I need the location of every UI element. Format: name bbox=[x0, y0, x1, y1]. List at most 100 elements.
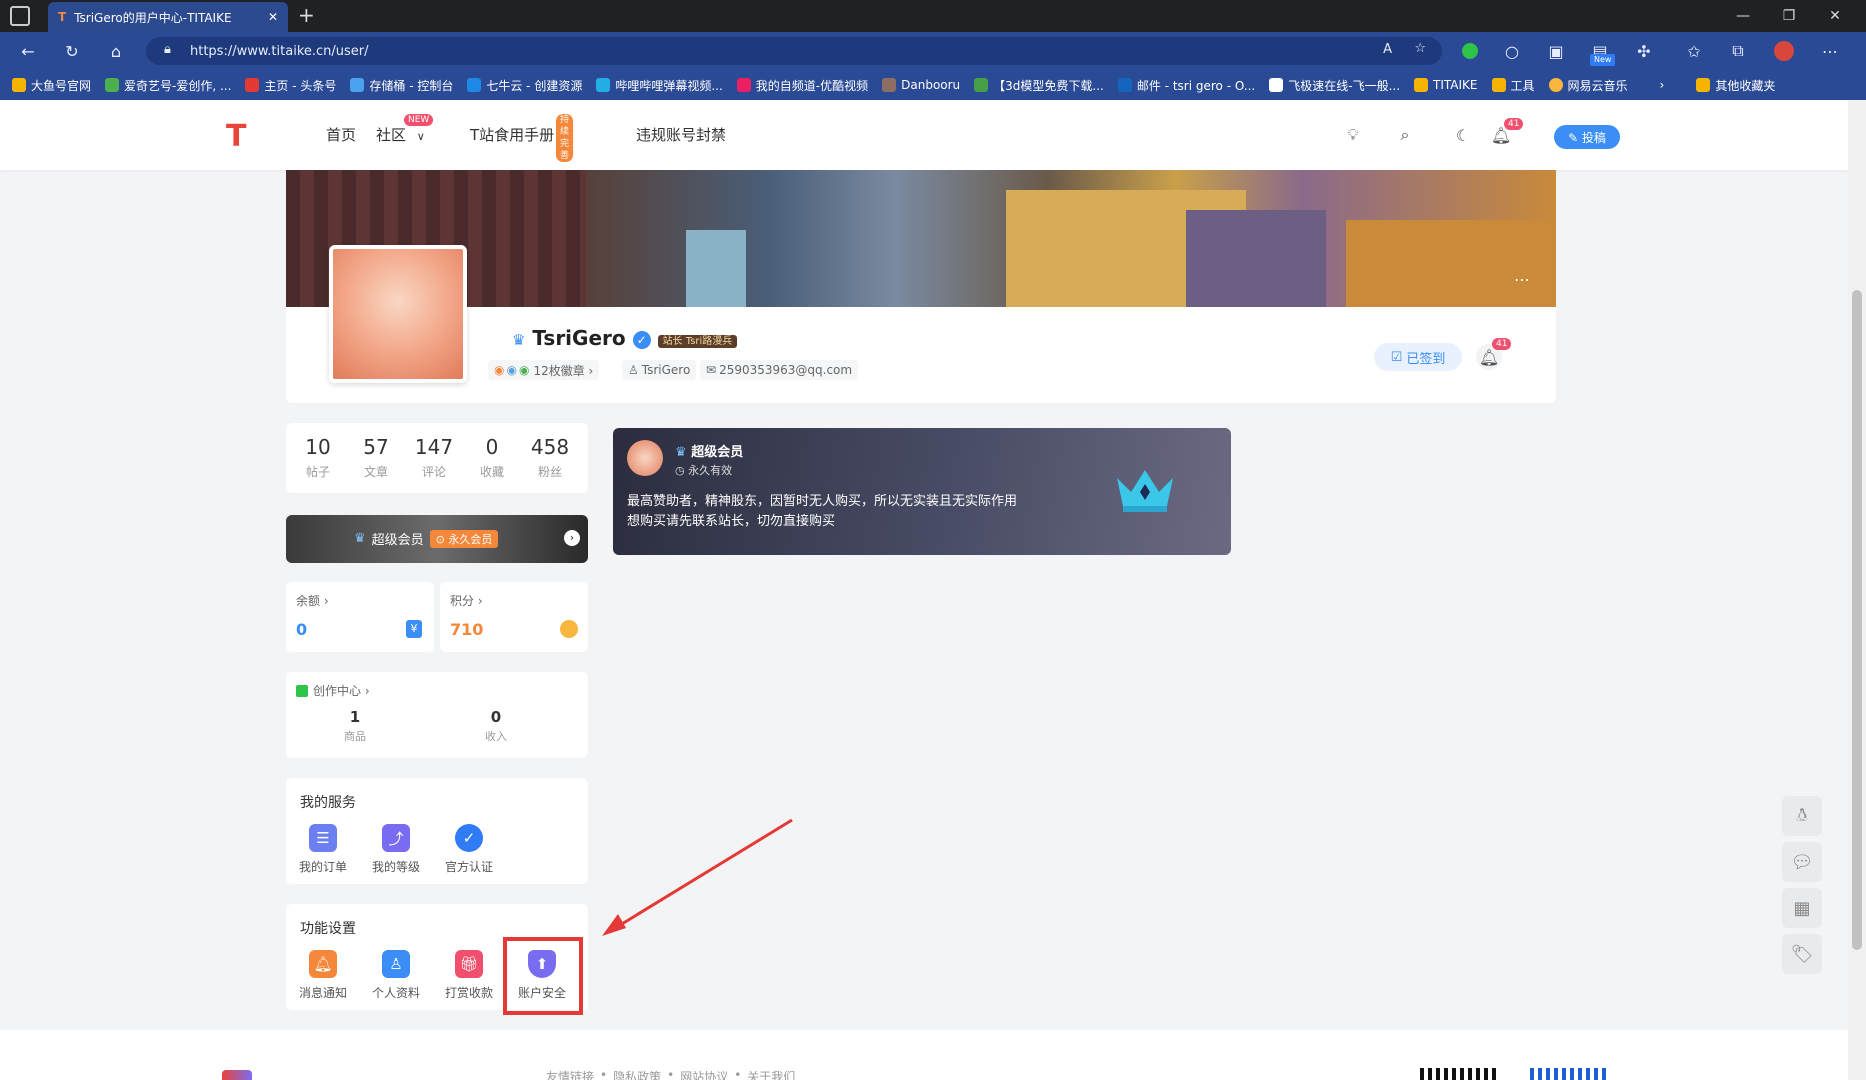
medals-chip[interactable]: ◉ ◉ ◉ 12枚徽章 › bbox=[488, 360, 600, 380]
bookmark-item[interactable]: 七牛云 - 创建资源 bbox=[467, 77, 582, 94]
nav-home[interactable]: 首页 bbox=[326, 124, 356, 145]
extension-new-icon[interactable]: ▤ New bbox=[1588, 40, 1616, 66]
footer-logo bbox=[222, 1070, 252, 1080]
bookmark-item[interactable]: 存储桶 - 控制台 bbox=[350, 77, 453, 94]
notification-bell-icon[interactable]: 🔔︎ 41 bbox=[1490, 118, 1524, 146]
footer-link-friends[interactable]: 友情链接 bbox=[546, 1068, 594, 1080]
minimize-icon[interactable]: — bbox=[1720, 0, 1766, 32]
reload-icon[interactable]: ↻ bbox=[60, 40, 84, 62]
balance-value: 0 bbox=[296, 620, 308, 639]
bookmark-item[interactable]: 哔哩哔哩弹幕视频... bbox=[596, 77, 723, 94]
creator-products[interactable]: 1 商品 bbox=[320, 708, 390, 744]
qq-icon[interactable]: 🐧︎ bbox=[1782, 796, 1822, 836]
extension-image-icon[interactable]: ▣ bbox=[1544, 40, 1568, 62]
dark-mode-icon[interactable]: ☾ bbox=[1452, 124, 1474, 146]
footer-link-privacy[interactable]: 隐私政策 bbox=[613, 1068, 661, 1080]
vip-card-title: 超级会员 bbox=[691, 445, 744, 460]
vip-desc-line2: 想购买请先联系站长，切勿直接购买 bbox=[627, 514, 836, 529]
footer-link-agreement[interactable]: 网站协议 bbox=[680, 1068, 728, 1080]
collections-icon[interactable]: ⧉ bbox=[1726, 40, 1750, 62]
footer-link-about[interactable]: 关于我们 bbox=[747, 1068, 795, 1080]
bookmark-item[interactable]: 大鱼号官网 bbox=[12, 77, 91, 94]
points-label: 积分 › bbox=[450, 594, 483, 608]
extensions-puzzle-icon[interactable]: ✣ bbox=[1632, 40, 1656, 62]
back-icon[interactable]: ← bbox=[16, 40, 40, 62]
stat-fans[interactable]: 458 粉丝 bbox=[521, 423, 579, 480]
points-value: 710 bbox=[450, 620, 484, 639]
banner-more-icon[interactable]: ⋯ bbox=[1514, 270, 1530, 289]
other-bookmarks-folder[interactable]: 其他收藏夹 bbox=[1696, 77, 1775, 94]
close-window-icon[interactable]: ✕ bbox=[1812, 0, 1858, 32]
stat-favorites[interactable]: 0 收藏 bbox=[463, 423, 521, 480]
url-input[interactable]: 🔒︎ https://www.titaike.cn/user/ A ☆ bbox=[146, 37, 1442, 65]
favorites-icon[interactable]: ✩ bbox=[1682, 40, 1706, 62]
lightbulb-icon[interactable]: 💡︎ bbox=[1342, 124, 1364, 146]
read-aloud-icon[interactable]: A bbox=[1383, 42, 1392, 57]
arrow-right-icon[interactable]: › bbox=[564, 530, 580, 546]
settings-more-icon[interactable]: ⋯ bbox=[1818, 40, 1842, 62]
browser-tab[interactable]: T TsriGero的用户中心-TITAIKE ✕ bbox=[48, 2, 288, 32]
signed-in-button[interactable]: ☑ 已签到 bbox=[1374, 343, 1462, 371]
vip-validity: 永久有效 bbox=[688, 464, 733, 477]
vip-bar[interactable]: ♛ 超级会员 ⊙ 永久会员 › bbox=[286, 515, 588, 563]
crown-icon: ♛ bbox=[512, 331, 526, 349]
service-my-level[interactable]: ⤴ 我的等级 bbox=[361, 824, 431, 875]
nav-banned-accounts[interactable]: 违规账号封禁 bbox=[636, 124, 726, 145]
bookmark-item[interactable]: 飞极速在线-飞一般... bbox=[1269, 77, 1400, 94]
setting-message-notify[interactable]: 🔔︎ 消息通知 bbox=[288, 950, 358, 1001]
calendar-icon: ☑ bbox=[1390, 349, 1403, 365]
points-card[interactable]: 积分 › 710 bbox=[440, 582, 588, 652]
coins-icon bbox=[560, 620, 578, 638]
bookmarks-overflow-icon[interactable]: › bbox=[1660, 78, 1665, 92]
notification-count: 41 bbox=[1504, 118, 1524, 130]
bookmark-item[interactable]: 主页 - 头条号 bbox=[245, 77, 336, 94]
qrcode-icon[interactable]: ▦ bbox=[1782, 888, 1822, 928]
post-button[interactable]: ✎ 投稿 bbox=[1554, 125, 1620, 149]
site-logo[interactable]: T bbox=[226, 122, 254, 152]
extension-circle-icon[interactable]: ○ bbox=[1500, 40, 1524, 62]
crown-icon: ♛ bbox=[675, 445, 687, 460]
creator-center-link[interactable]: 创作中心 › bbox=[296, 682, 370, 699]
stat-articles[interactable]: 57 文章 bbox=[347, 423, 405, 480]
profile-avatar-icon[interactable] bbox=[1772, 40, 1796, 62]
profile-bell-icon[interactable]: 🔔︎ 41 bbox=[1476, 338, 1512, 370]
search-icon[interactable]: ⌕ bbox=[1394, 124, 1416, 146]
scrollbar-thumb[interactable] bbox=[1852, 290, 1862, 950]
new-tab-button[interactable]: + bbox=[298, 3, 315, 27]
home-icon[interactable]: ⌂ bbox=[104, 40, 128, 62]
bookmark-item[interactable]: 爱奇艺号-爱创作, ... bbox=[105, 77, 231, 94]
profile-banner: ⋯ bbox=[286, 170, 1556, 307]
user-id-chip: ♙ TsriGero bbox=[622, 360, 697, 380]
bookmark-folder[interactable]: TITAIKE bbox=[1414, 78, 1478, 92]
nav-manual[interactable]: T站食用手册 ∨ 持续完善 bbox=[470, 114, 574, 162]
balance-card[interactable]: 余额 › 0 ¥ bbox=[286, 582, 434, 652]
bookmark-item[interactable]: 网易云音乐 bbox=[1548, 77, 1628, 94]
extension-green-icon[interactable] bbox=[1458, 40, 1482, 62]
setting-reward-payment[interactable]: 🎁︎ 打赏收款 bbox=[434, 950, 504, 1001]
manual-badge: 持续完善 bbox=[556, 114, 574, 162]
user-avatar[interactable] bbox=[329, 245, 467, 383]
vip-avatar bbox=[627, 440, 663, 476]
service-my-orders[interactable]: ☰ 我的订单 bbox=[288, 824, 358, 875]
wechat-icon[interactable]: 💬︎ bbox=[1782, 842, 1822, 882]
username: ♛ TsriGero ✓ 站长 Tsri路漫兵 bbox=[512, 326, 738, 350]
creator-income[interactable]: 0 收入 bbox=[461, 708, 531, 744]
new-badge: NEW bbox=[404, 114, 434, 126]
bookmark-item[interactable]: 我的自频道-优酷视频 bbox=[736, 77, 868, 94]
tab-actions-icon[interactable] bbox=[10, 6, 30, 26]
service-official-verification[interactable]: ✓ 官方认证 bbox=[434, 824, 504, 875]
close-tab-icon[interactable]: ✕ bbox=[268, 10, 278, 24]
bookmark-folder[interactable]: 工具 bbox=[1491, 77, 1535, 94]
stat-posts[interactable]: 10 帖子 bbox=[289, 423, 347, 480]
bookmark-item[interactable]: 【3d模型免费下载... bbox=[974, 77, 1104, 94]
tag-icon[interactable]: 🏷︎ bbox=[1782, 934, 1822, 974]
bookmark-item[interactable]: Danbooru bbox=[882, 78, 960, 92]
favorite-add-icon[interactable]: ☆ bbox=[1414, 41, 1426, 56]
bookmark-item[interactable]: 邮件 - tsri gero - O... bbox=[1117, 77, 1255, 94]
stat-comments[interactable]: 147 评论 bbox=[405, 423, 463, 480]
nav-community[interactable]: 社区 ∨ NEW bbox=[376, 114, 434, 145]
restore-icon[interactable]: ❐ bbox=[1766, 0, 1812, 32]
email-chip: ✉ 2590353963@qq.com bbox=[700, 360, 859, 380]
vip-permanent-tag: ⊙ 永久会员 bbox=[429, 529, 499, 548]
setting-personal-profile[interactable]: ♙ 个人资料 bbox=[361, 950, 431, 1001]
